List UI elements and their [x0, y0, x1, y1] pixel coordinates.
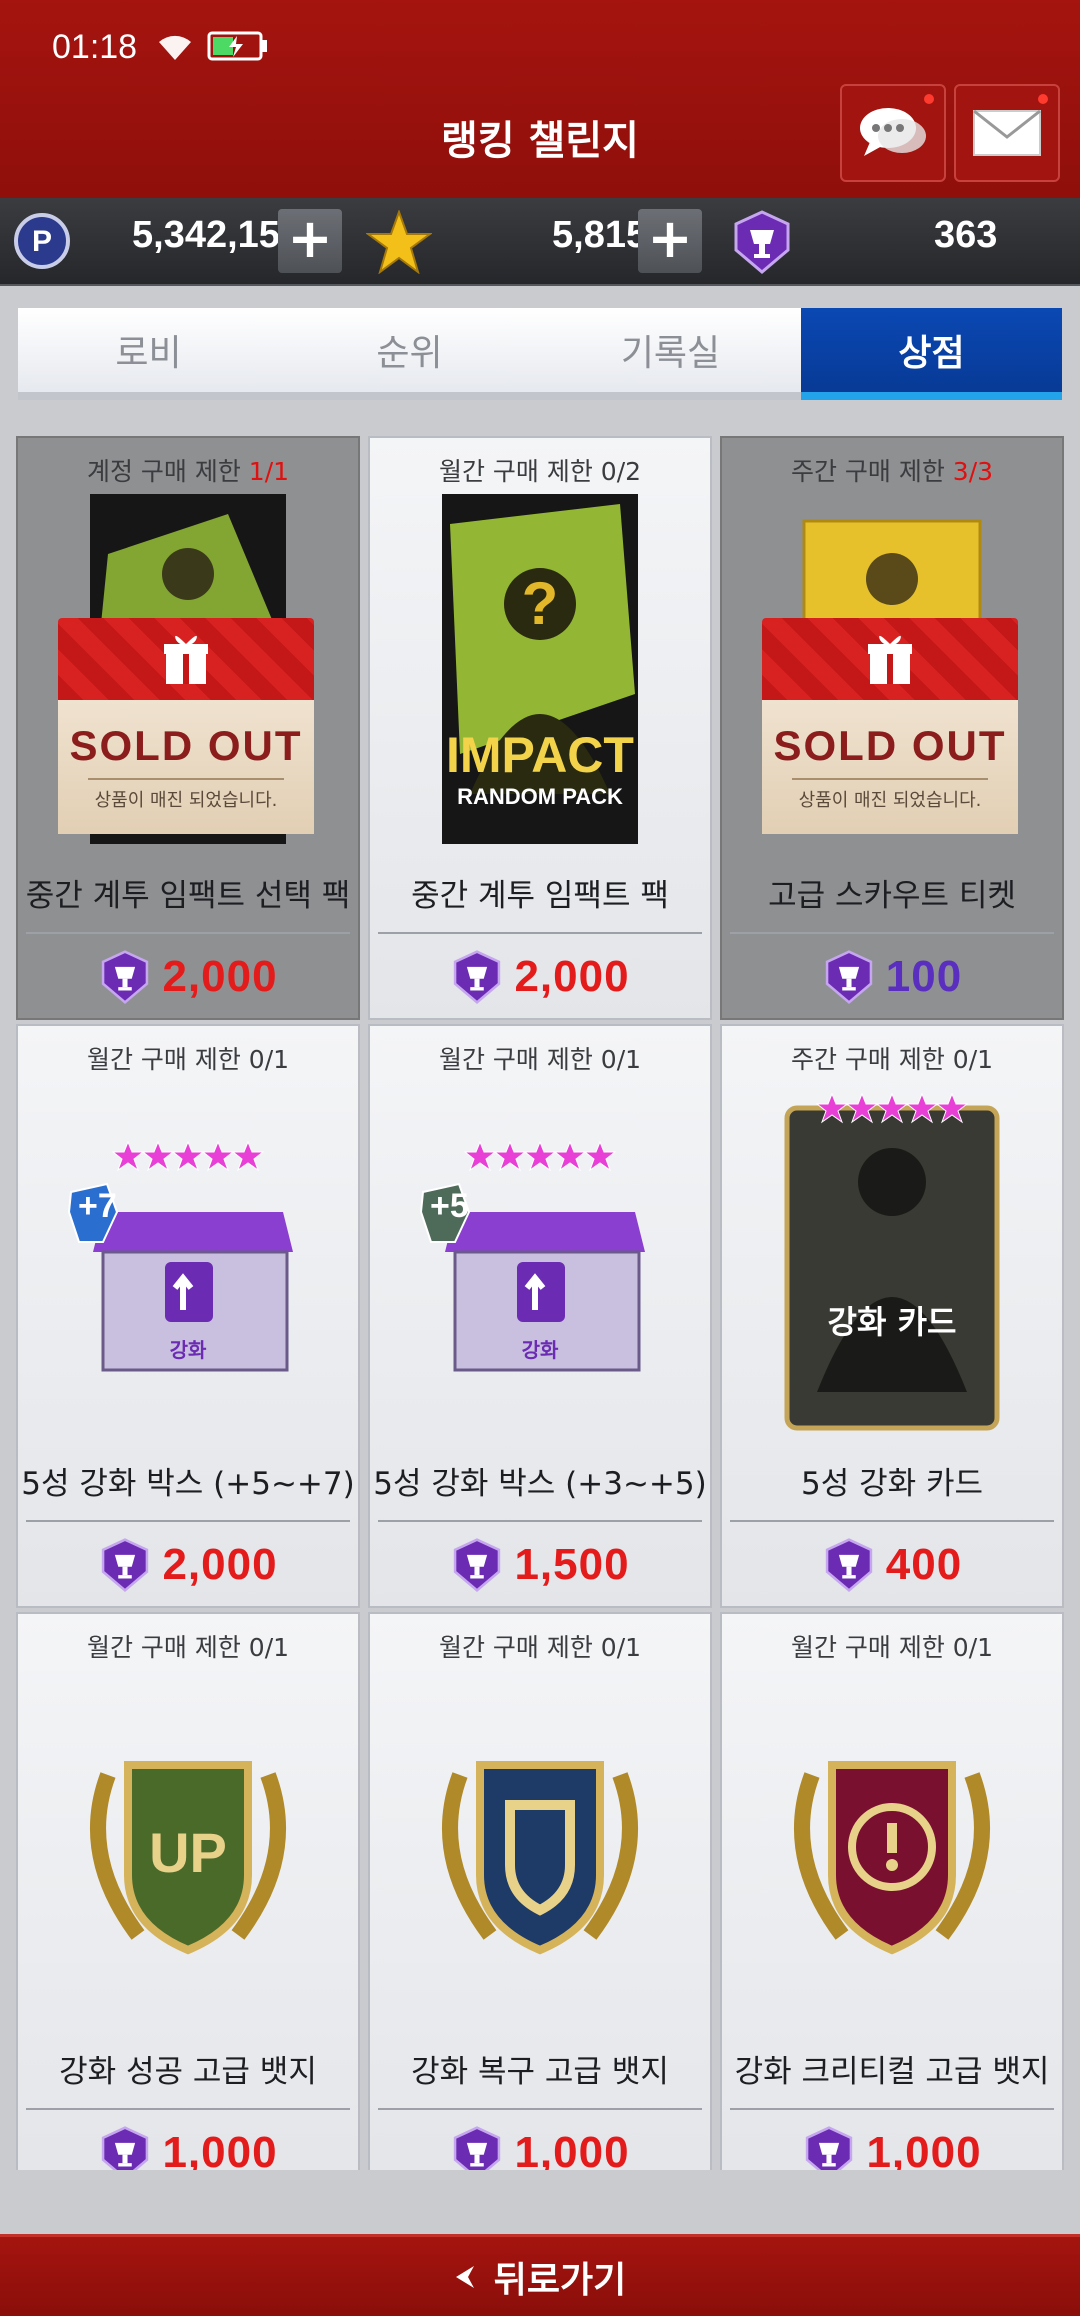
- sold-out-overlay: SOLD OUT 상품이 매진 되었습니다.: [58, 618, 314, 834]
- trophy-shield-icon: [102, 1538, 149, 1592]
- wifi-icon: [159, 35, 191, 60]
- chat-icon: [860, 108, 926, 156]
- item-name: 5성 강화 박스 (+5~+7): [21, 1466, 355, 1502]
- status-time: 01:18: [52, 28, 138, 66]
- card-label: 강화 카드: [827, 1303, 957, 1341]
- shop-item-upgrade-box-5-7[interactable]: 월간 구매 제한 0/1 +7 강화 5성 강화 박스 (+5~+7) 2,00…: [16, 1024, 360, 1608]
- point-coin-icon: P: [14, 213, 70, 269]
- box-label: 강화: [521, 1338, 559, 1362]
- item-price: 1,000: [722, 2126, 1062, 2170]
- gift-icon: [164, 635, 208, 684]
- stars-value: 5,815: [552, 214, 648, 256]
- item-name: 중간 계투 임팩트 팩: [411, 878, 669, 914]
- tab-shop[interactable]: 상점: [801, 308, 1062, 400]
- purchase-limit: 월간 구매 제한 0/1: [790, 1633, 994, 1662]
- item-name: 강화 복구 고급 뱃지: [411, 2054, 669, 2090]
- tab-records[interactable]: 기록실: [540, 308, 801, 392]
- app-header: 01:18 랭킹 챌린지: [0, 0, 1080, 198]
- trophies-value: 363: [934, 214, 998, 256]
- shop-grid: 계정 구매 제한 1/1 SOLD OUT 상품이 매진 되었습니다. 중간 계…: [16, 436, 1064, 2170]
- item-price: 400: [722, 1538, 1062, 1592]
- pack-subtitle: RANDOM PACK: [457, 784, 623, 809]
- points-value: 5,342,158: [132, 214, 302, 256]
- battery-icon: [207, 31, 267, 61]
- purchase-limit: 계정 구매 제한 1/1: [86, 457, 290, 486]
- gift-icon: [868, 635, 912, 684]
- add-points-button[interactable]: +: [278, 209, 342, 273]
- mail-icon: [973, 109, 1041, 156]
- notification-dot: [1038, 94, 1048, 104]
- item-price: 1,500: [370, 1538, 710, 1592]
- shop-item-upgrade-box-3-5[interactable]: 월간 구매 제한 0/1 +5 강화 5성 강화 박스 (+3~+5) 1,50…: [368, 1024, 712, 1608]
- critical-badge-icon: [722, 1670, 1062, 2030]
- pack-image: ? IMPACT RANDOM PACK: [370, 494, 710, 854]
- pack-title: IMPACT: [446, 727, 634, 783]
- shop-item-impact-select-pack[interactable]: 계정 구매 제한 1/1 SOLD OUT 상품이 매진 되었습니다. 중간 계…: [16, 436, 360, 1020]
- item-price: 2,000: [370, 950, 710, 1004]
- item-price: 2,000: [18, 1538, 358, 1592]
- upgrade-box-image: +7 강화: [18, 1082, 358, 1442]
- trophy-shield-icon: [102, 950, 149, 1004]
- trophy-shield-icon: [734, 210, 790, 274]
- mail-button[interactable]: [954, 84, 1060, 182]
- item-name: 강화 성공 고급 뱃지: [59, 2054, 317, 2090]
- item-name: 중간 계투 임팩트 선택 팩: [25, 878, 351, 914]
- item-name: 강화 크리티컬 고급 뱃지: [734, 2054, 1050, 2090]
- tab-bar: 로비 순위 기록실 상점: [18, 308, 1062, 400]
- back-arrow-icon: [455, 2265, 474, 2288]
- upgrade-card-image: 강화 카드: [722, 1082, 1062, 1442]
- purchase-limit: 월간 구매 제한 0/1: [86, 1633, 290, 1662]
- shop-item-scout-ticket[interactable]: 주간 구매 제한 3/3 SOLD OUT 상품이 매진 되었습니다. 고급 스…: [720, 436, 1064, 1020]
- trophy-shield-icon: [454, 1538, 501, 1592]
- back-label: 뒤로가기: [493, 2259, 627, 2301]
- add-stars-button[interactable]: +: [638, 209, 702, 273]
- trophy-shield-icon: [102, 2126, 149, 2170]
- purchase-limit: 주간 구매 제한 0/1: [790, 1045, 994, 1074]
- shield-badge-icon: [370, 1670, 710, 2030]
- tab-ranking[interactable]: 순위: [279, 308, 540, 392]
- trophy-shield-icon: [454, 950, 501, 1004]
- purchase-limit: 월간 구매 제한 0/1: [438, 1633, 642, 1662]
- back-button[interactable]: 뒤로가기: [0, 2234, 1080, 2316]
- purchase-limit: 월간 구매 제한 0/2: [438, 457, 642, 486]
- trophy-shield-icon: [806, 2126, 853, 2170]
- success-badge-image: UP: [18, 1670, 358, 2030]
- shop-item-upgrade-card[interactable]: 주간 구매 제한 0/1 강화 카드 5성 강화 카드 400: [720, 1024, 1064, 1608]
- item-price: 1,000: [370, 2126, 710, 2170]
- item-name: 고급 스카우트 티켓: [768, 878, 1016, 914]
- notification-dot: [924, 94, 934, 104]
- svg-text:?: ?: [522, 570, 559, 637]
- item-price: 100: [722, 950, 1062, 1004]
- trophy-shield-icon: [825, 950, 872, 1004]
- shop-item-recovery-badge[interactable]: 월간 구매 제한 0/1 강화 복구 고급 뱃지 1,000: [368, 1612, 712, 2170]
- star-icon: [366, 210, 432, 274]
- sold-out-overlay: SOLD OUT 상품이 매진 되었습니다.: [762, 618, 1018, 834]
- item-price: 2,000: [18, 950, 358, 1004]
- shop-item-success-badge[interactable]: 월간 구매 제한 0/1 UP 강화 성공 고급 뱃지 1,000: [16, 1612, 360, 2170]
- chat-button[interactable]: [840, 84, 946, 182]
- shop-item-critical-badge[interactable]: 월간 구매 제한 0/1 강화 크리티컬 고급 뱃지 1,000: [720, 1612, 1064, 2170]
- trophy-shield-icon: [454, 2126, 501, 2170]
- status-icons: [155, 30, 269, 62]
- tab-lobby[interactable]: 로비: [18, 308, 279, 392]
- box-level-badge: +5: [430, 1187, 469, 1225]
- upgrade-box-image: +5 강화: [370, 1082, 710, 1442]
- badge-text: UP: [149, 1821, 227, 1884]
- item-price: 1,000: [18, 2126, 358, 2170]
- item-name: 5성 강화 카드: [800, 1466, 984, 1502]
- svg-text:P: P: [32, 225, 52, 258]
- purchase-limit: 월간 구매 제한 0/1: [86, 1045, 290, 1074]
- purchase-limit: 주간 구매 제한 3/3: [790, 457, 994, 486]
- item-name: 5성 강화 박스 (+3~+5): [373, 1466, 707, 1502]
- trophy-shield-icon: [825, 1538, 872, 1592]
- shop-item-impact-pack[interactable]: 월간 구매 제한 0/2 ? IMPACT RANDOM PACK 중간 계투 …: [368, 436, 712, 1020]
- box-label: 강화: [169, 1338, 207, 1362]
- box-level-badge: +7: [78, 1187, 117, 1225]
- purchase-limit: 월간 구매 제한 0/1: [438, 1045, 642, 1074]
- currency-bar: P 5,342,158 + 5,815 + 363: [0, 198, 1080, 286]
